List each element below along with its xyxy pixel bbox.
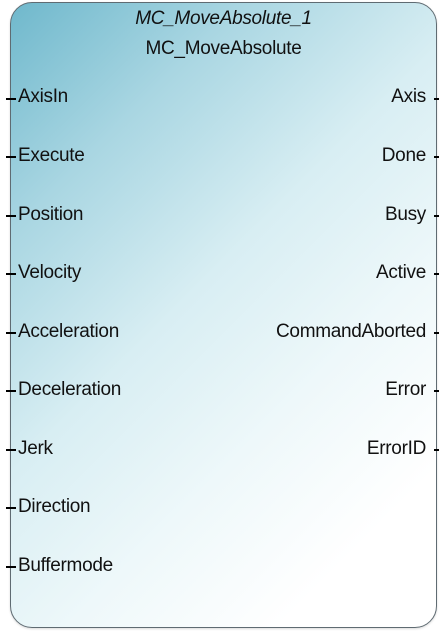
output-pin-connector[interactable]	[434, 156, 439, 158]
instance-name: MC_MoveAbsolute_1	[135, 8, 312, 29]
input-pin-direction: Direction	[18, 496, 91, 517]
input-pin-connector[interactable]	[6, 449, 16, 451]
output-pin-done: Done	[381, 145, 427, 166]
output-pin-connector[interactable]	[434, 98, 439, 100]
block-type-name: MC_MoveAbsolute	[145, 38, 302, 59]
output-pin-errorid: ErrorID	[366, 438, 426, 459]
input-pin-jerk: Jerk	[18, 438, 53, 459]
output-pin-busy: Busy	[384, 204, 426, 225]
output-pin-connector[interactable]	[434, 390, 439, 392]
input-pin-connector[interactable]	[6, 215, 16, 217]
output-pin-connector[interactable]	[434, 215, 439, 217]
output-pin-commandaborted: CommandAborted	[276, 321, 426, 342]
input-pin-connector[interactable]	[6, 98, 16, 100]
input-pin-axisin: AxisIn	[18, 86, 68, 107]
output-pin-connector[interactable]	[434, 332, 439, 334]
input-pin-acceleration: Acceleration	[18, 321, 119, 342]
function-block[interactable]	[10, 2, 437, 628]
input-pin-buffermode: Buffermode	[18, 555, 113, 576]
input-pin-execute: Execute	[18, 145, 85, 166]
input-pin-connector[interactable]	[6, 507, 16, 509]
output-pin-active: Active	[376, 262, 426, 283]
output-pin-axis: Axis	[391, 86, 426, 107]
input-pin-connector[interactable]	[6, 332, 16, 334]
input-pin-connector[interactable]	[6, 566, 16, 568]
input-pin-velocity: Velocity	[18, 262, 82, 283]
output-pin-connector[interactable]	[434, 273, 439, 275]
input-pin-deceleration: Deceleration	[18, 379, 122, 400]
output-pin-error: Error	[385, 379, 426, 400]
input-pin-position: Position	[18, 204, 84, 225]
input-pin-connector[interactable]	[6, 390, 16, 392]
input-pin-connector[interactable]	[6, 156, 16, 158]
output-pin-connector[interactable]	[434, 449, 439, 451]
input-pin-connector[interactable]	[6, 273, 16, 275]
